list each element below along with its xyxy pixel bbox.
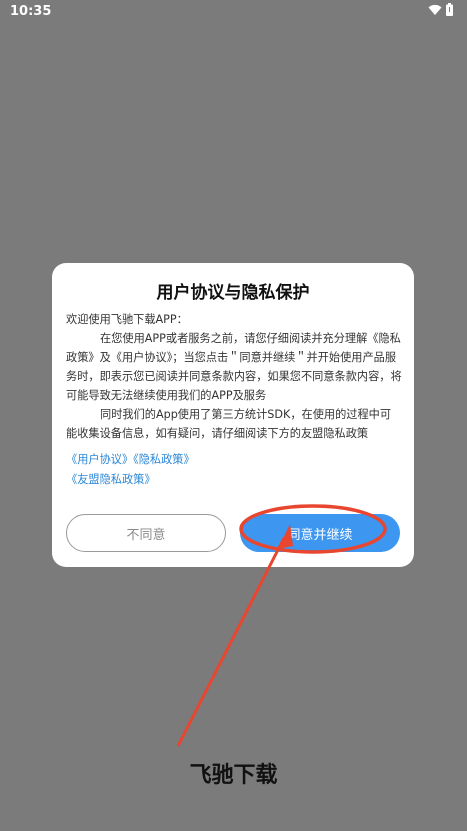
dialog-body: 欢迎使用飞驰下载APP： 在您使用APP或者服务之前，请您仔细阅读并充分理解《隐… (66, 310, 402, 490)
wifi-icon (428, 4, 442, 15)
sdk-paragraph: 同时我们的App使用了第三方统计SDK，在使用的过程中可能收集设备信息，如有疑问… (66, 408, 392, 440)
status-bar: 10:35 (0, 0, 467, 24)
annotation-arrow-line (176, 537, 286, 747)
agreement-paragraph: 在您使用APP或者服务之前，请您仔细阅读并充分理解《隐私政策》及《用户协议》；当… (66, 332, 402, 402)
umeng-privacy-link[interactable]: 《友盟隐私政策》 (66, 473, 156, 486)
dialog-title: 用户协议与隐私保护 (156, 283, 310, 303)
status-icons (428, 3, 453, 16)
status-time: 10:35 (10, 4, 52, 19)
privacy-policy-link[interactable]: 《隐私政策》 (133, 453, 195, 466)
battery-icon (446, 3, 453, 16)
policy-links: 《用户协议》《隐私政策》 《友盟隐私政策》 (66, 450, 402, 490)
agree-button[interactable]: 同意并继续 (240, 514, 400, 552)
greeting-text: 欢迎使用飞驰下载APP： (66, 313, 188, 326)
watermark-text: 飞驰下载 (189, 763, 278, 788)
user-agreement-link[interactable]: 《用户协议》 (66, 453, 133, 466)
privacy-dialog: 用户协议与隐私保护 欢迎使用飞驰下载APP： 在您使用APP或者服务之前，请您仔… (52, 263, 414, 567)
disagree-button[interactable]: 不同意 (66, 514, 226, 552)
link-row: 《用户协议》《隐私政策》 (66, 450, 402, 470)
link-row: 《友盟隐私政策》 (66, 470, 402, 490)
